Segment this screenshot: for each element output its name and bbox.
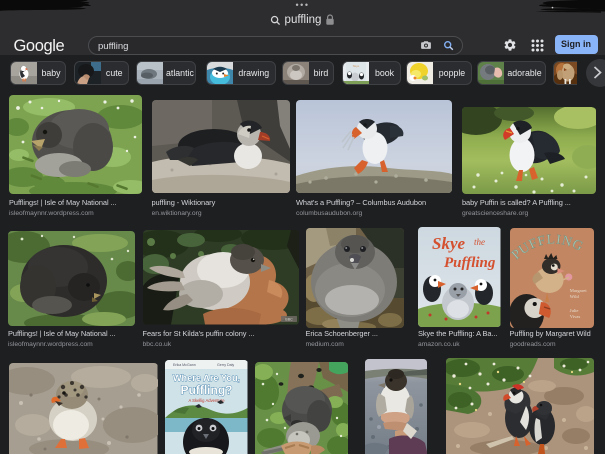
svg-text:Skye: Skye xyxy=(432,234,466,253)
svg-text:Gerry Daly: Gerry Daly xyxy=(217,363,234,367)
svg-text:Skye: Skye xyxy=(353,64,360,68)
svg-text:Vivas: Vivas xyxy=(569,314,580,319)
svg-text:Margaret: Margaret xyxy=(569,288,587,293)
svg-text:Wild: Wild xyxy=(569,294,579,299)
svg-text:Puffling?: Puffling? xyxy=(181,383,233,397)
svg-text:Puffling: Puffling xyxy=(444,255,496,271)
svg-text:Erika McGann: Erika McGann xyxy=(173,363,196,367)
svg-text:Julie: Julie xyxy=(569,308,578,313)
svg-text:BBC: BBC xyxy=(285,318,293,322)
svg-text:the: the xyxy=(474,237,485,247)
svg-text:Where Are You,: Where Are You, xyxy=(173,373,240,383)
